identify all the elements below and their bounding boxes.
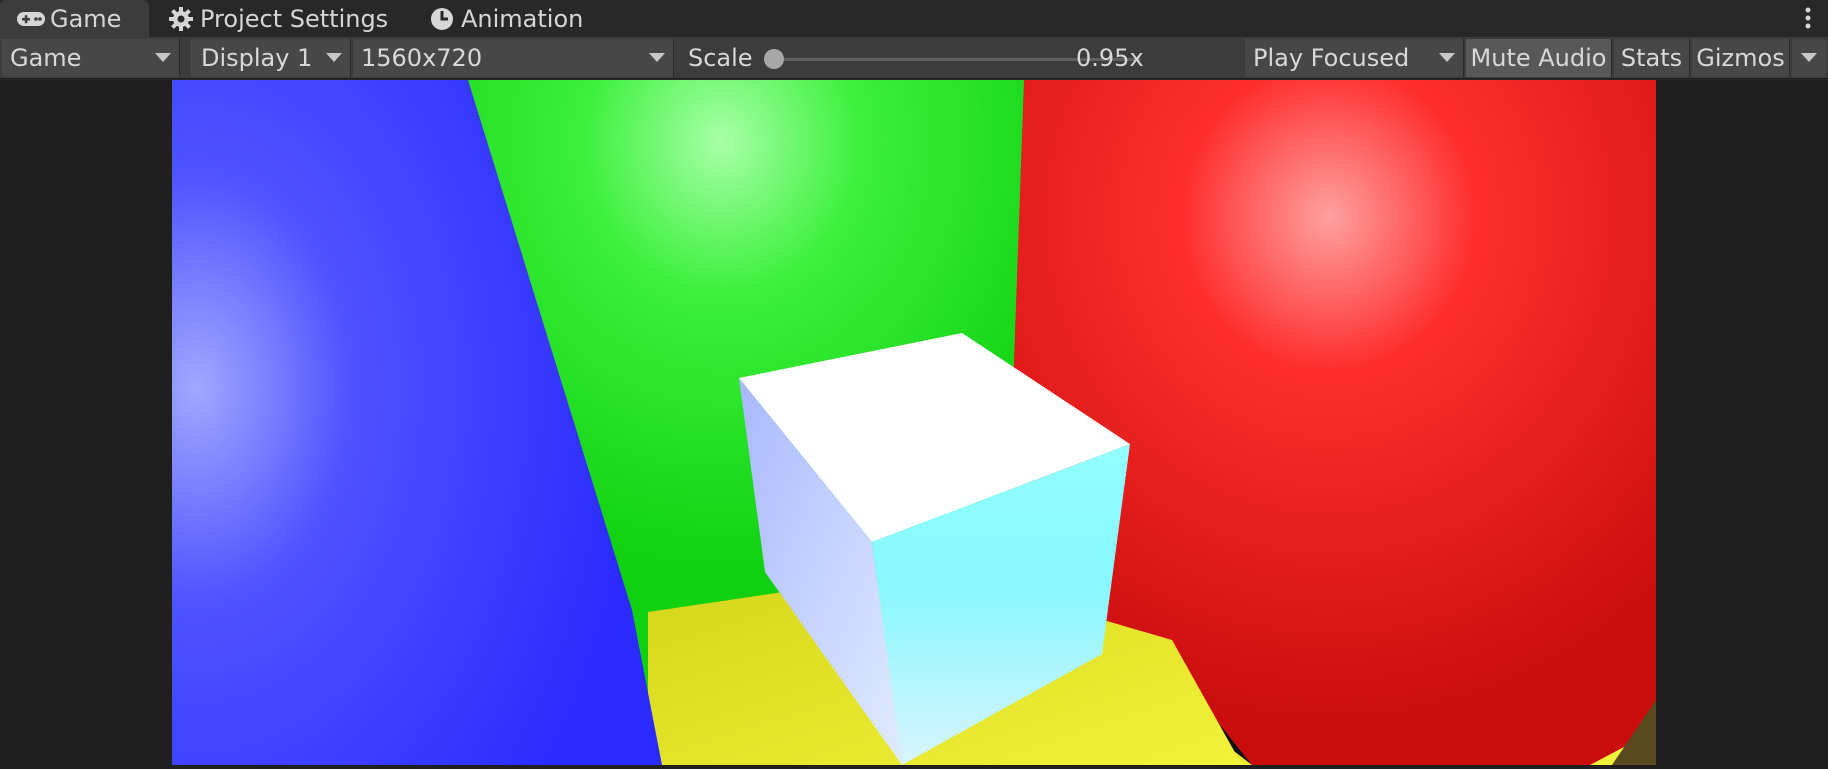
- view-mode-dropdown[interactable]: Game: [2, 39, 180, 77]
- stats-button[interactable]: Stats: [1614, 39, 1690, 77]
- chevron-down-icon: [326, 53, 342, 62]
- tab-label: Game: [50, 4, 122, 33]
- display-value: Display 1: [201, 44, 313, 72]
- stats-label: Stats: [1620, 44, 1683, 72]
- gizmos-button[interactable]: Gizmos: [1692, 39, 1790, 77]
- game-scene: [172, 80, 1656, 765]
- gizmos-dropdown[interactable]: [1792, 39, 1826, 77]
- gamepad-icon: [16, 4, 46, 34]
- play-mode-value: Play Focused: [1253, 44, 1410, 72]
- mute-audio-button[interactable]: Mute Audio: [1466, 39, 1612, 77]
- game-viewport[interactable]: [172, 80, 1656, 765]
- tab-label: Project Settings: [200, 4, 389, 33]
- play-mode-dropdown[interactable]: Play Focused: [1245, 39, 1464, 77]
- clock-icon: [427, 4, 457, 34]
- gizmos-label: Gizmos: [1696, 44, 1785, 72]
- tab-project-settings[interactable]: Project Settings: [150, 0, 400, 37]
- view-mode-value: Game: [10, 44, 82, 72]
- resolution-value: 1560x720: [361, 44, 483, 72]
- mute-audio-label: Mute Audio: [1470, 44, 1607, 72]
- chevron-down-icon: [1801, 53, 1817, 62]
- chevron-down-icon: [155, 53, 171, 62]
- more-options-icon[interactable]: [1800, 6, 1816, 32]
- display-dropdown[interactable]: Display 1: [191, 39, 351, 77]
- tab-label: Animation: [461, 4, 584, 33]
- scale-control: Scale 0.95x: [676, 39, 1243, 77]
- chevron-down-icon: [649, 53, 665, 62]
- resolution-dropdown[interactable]: 1560x720: [353, 39, 674, 77]
- chevron-down-icon: [1439, 53, 1455, 62]
- tab-game[interactable]: Game: [0, 0, 149, 37]
- tab-bar: Game Project Settings Animation: [0, 0, 1828, 37]
- game-view-toolbar: Game Display 1 1560x720 Scale 0.95x Play…: [0, 37, 1828, 79]
- gear-icon: [166, 4, 196, 34]
- scale-slider-thumb[interactable]: [764, 49, 784, 69]
- tab-animation[interactable]: Animation: [411, 0, 596, 37]
- scale-label: Scale: [688, 44, 753, 72]
- scale-value: 0.95x: [1076, 44, 1144, 72]
